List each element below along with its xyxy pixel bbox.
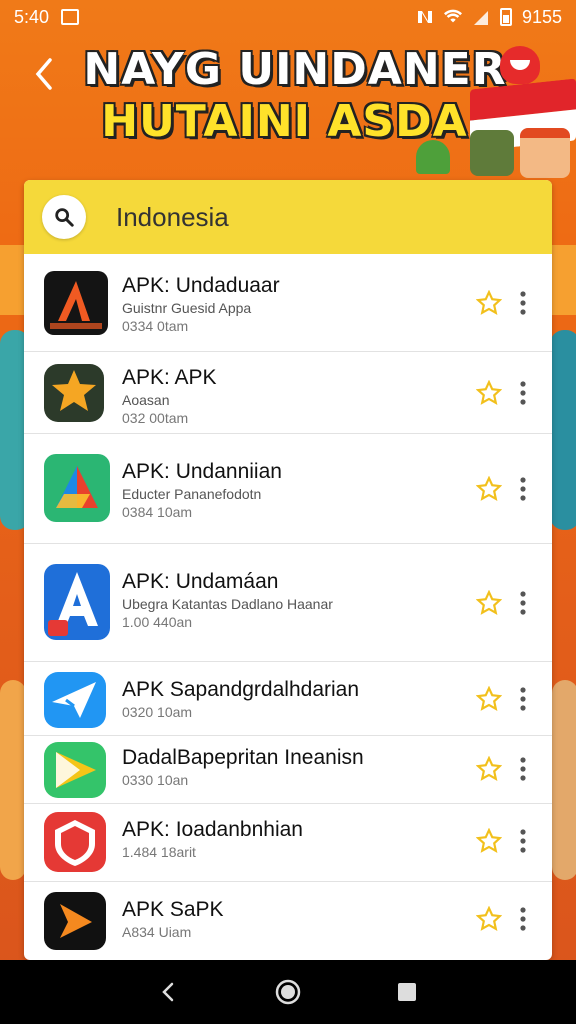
- app-icon: [44, 742, 106, 798]
- app-title: APK: Ioadanbnhian: [122, 818, 303, 841]
- app-icon: [44, 812, 106, 872]
- more-vert-icon[interactable]: [516, 380, 530, 406]
- nfc-icon: [417, 11, 432, 23]
- app-title: APK: APK: [122, 366, 217, 389]
- app-icon: [44, 892, 106, 950]
- star-outline-icon[interactable]: [476, 906, 502, 932]
- nav-home-icon[interactable]: [273, 977, 303, 1007]
- background-tile: [0, 680, 26, 880]
- wifi-icon: [443, 9, 462, 23]
- list-item[interactable]: APK: Undanniian Educter Pananefodotn 038…: [24, 434, 552, 544]
- signal-icon: [473, 11, 488, 25]
- background-tile: [552, 680, 576, 880]
- app-meta: A834 Uiam: [122, 924, 192, 940]
- app-subtitle: Aoasan: [122, 392, 170, 408]
- more-vert-icon[interactable]: [516, 476, 530, 502]
- search-input[interactable]: Indonesia: [116, 202, 229, 233]
- app-title: DadalBapepritan Ineanisn: [122, 746, 364, 769]
- app-subtitle: Ubegra Katantas Dadlano Haanar: [122, 596, 333, 612]
- list-item[interactable]: APK Sapandgrdalhdarian 0320 10am: [24, 662, 552, 736]
- plant-icon: [416, 140, 450, 174]
- navigation-bar: [0, 960, 576, 1024]
- back-arrow-icon[interactable]: [30, 56, 60, 92]
- star-outline-icon[interactable]: [476, 590, 502, 616]
- app-meta: 0330 10an: [122, 772, 189, 788]
- list-item[interactable]: APK: Ioadanbnhian 1.484 18arit: [24, 804, 552, 882]
- image-icon: [61, 9, 80, 25]
- mascot-bird-icon: [500, 46, 540, 84]
- more-vert-icon[interactable]: [516, 828, 530, 854]
- status-bar: 5:40 9155: [0, 0, 576, 34]
- header-banner: NAYG UINDANER HUTAINI ASDA!: [80, 44, 510, 148]
- app-meta: 0334 0tam: [122, 318, 189, 334]
- app-subtitle: Educter Pananefodotn: [122, 486, 262, 502]
- search-bar[interactable]: Indonesia: [24, 180, 552, 254]
- app-icon: [44, 364, 104, 422]
- app-icon: [44, 271, 108, 335]
- more-vert-icon[interactable]: [516, 756, 530, 782]
- app-meta: 1.484 18arit: [122, 844, 196, 860]
- app-meta: 0384 10am: [122, 504, 193, 520]
- list-item[interactable]: APK: Undaduaar Guistnr Guesid Appa 0334 …: [24, 254, 552, 352]
- list-item[interactable]: DadalBapepritan Ineanisn 0330 10an: [24, 736, 552, 804]
- app-icon: [44, 564, 110, 640]
- app-title: APK: Undamáan: [122, 570, 279, 593]
- list-item[interactable]: APK: Undamáan Ubegra Katantas Dadlano Ha…: [24, 544, 552, 662]
- app-list-card: Indonesia APK: Undaduaar Guistnr Guesid …: [24, 180, 552, 960]
- app-subtitle: Guistnr Guesid Appa: [122, 300, 252, 316]
- more-vert-icon[interactable]: [516, 906, 530, 932]
- list-item[interactable]: APK: APK Aoasan 032 00tam: [24, 352, 552, 434]
- app-meta: 1.00 440an: [122, 614, 193, 630]
- banner-line2: HUTAINI ASDA!: [101, 96, 489, 147]
- more-vert-icon[interactable]: [516, 590, 530, 616]
- character-icon: [520, 128, 570, 178]
- app-title: APK Sapandgrdalhdarian: [122, 678, 360, 701]
- background-tile: [550, 330, 576, 530]
- app-meta: 0320 10am: [122, 704, 193, 720]
- app-title: APK: Undanniian: [122, 460, 282, 483]
- battery-icon: [499, 8, 512, 26]
- star-outline-icon[interactable]: [476, 380, 502, 406]
- app-title: APK: Undaduaar: [122, 274, 280, 297]
- star-outline-icon[interactable]: [476, 828, 502, 854]
- star-outline-icon[interactable]: [476, 756, 502, 782]
- star-outline-icon[interactable]: [476, 476, 502, 502]
- status-time: 5:40: [14, 6, 50, 27]
- nav-recents-icon[interactable]: [392, 977, 422, 1007]
- list-item[interactable]: APK SaPK A834 Uiam: [24, 882, 552, 960]
- app-title: APK SaPK: [122, 898, 224, 921]
- app-meta: 032 00tam: [122, 410, 189, 426]
- app-icon: [44, 672, 106, 728]
- banner-line1: NAYG UINDANER: [83, 44, 507, 95]
- character-icon: [470, 130, 514, 176]
- star-outline-icon[interactable]: [476, 290, 502, 316]
- status-right-text: 9155: [521, 6, 562, 27]
- nav-back-icon[interactable]: [154, 977, 184, 1007]
- more-vert-icon[interactable]: [516, 686, 530, 712]
- more-vert-icon[interactable]: [516, 290, 530, 316]
- search-icon[interactable]: [42, 195, 86, 239]
- star-outline-icon[interactable]: [476, 686, 502, 712]
- app-icon: [44, 454, 110, 522]
